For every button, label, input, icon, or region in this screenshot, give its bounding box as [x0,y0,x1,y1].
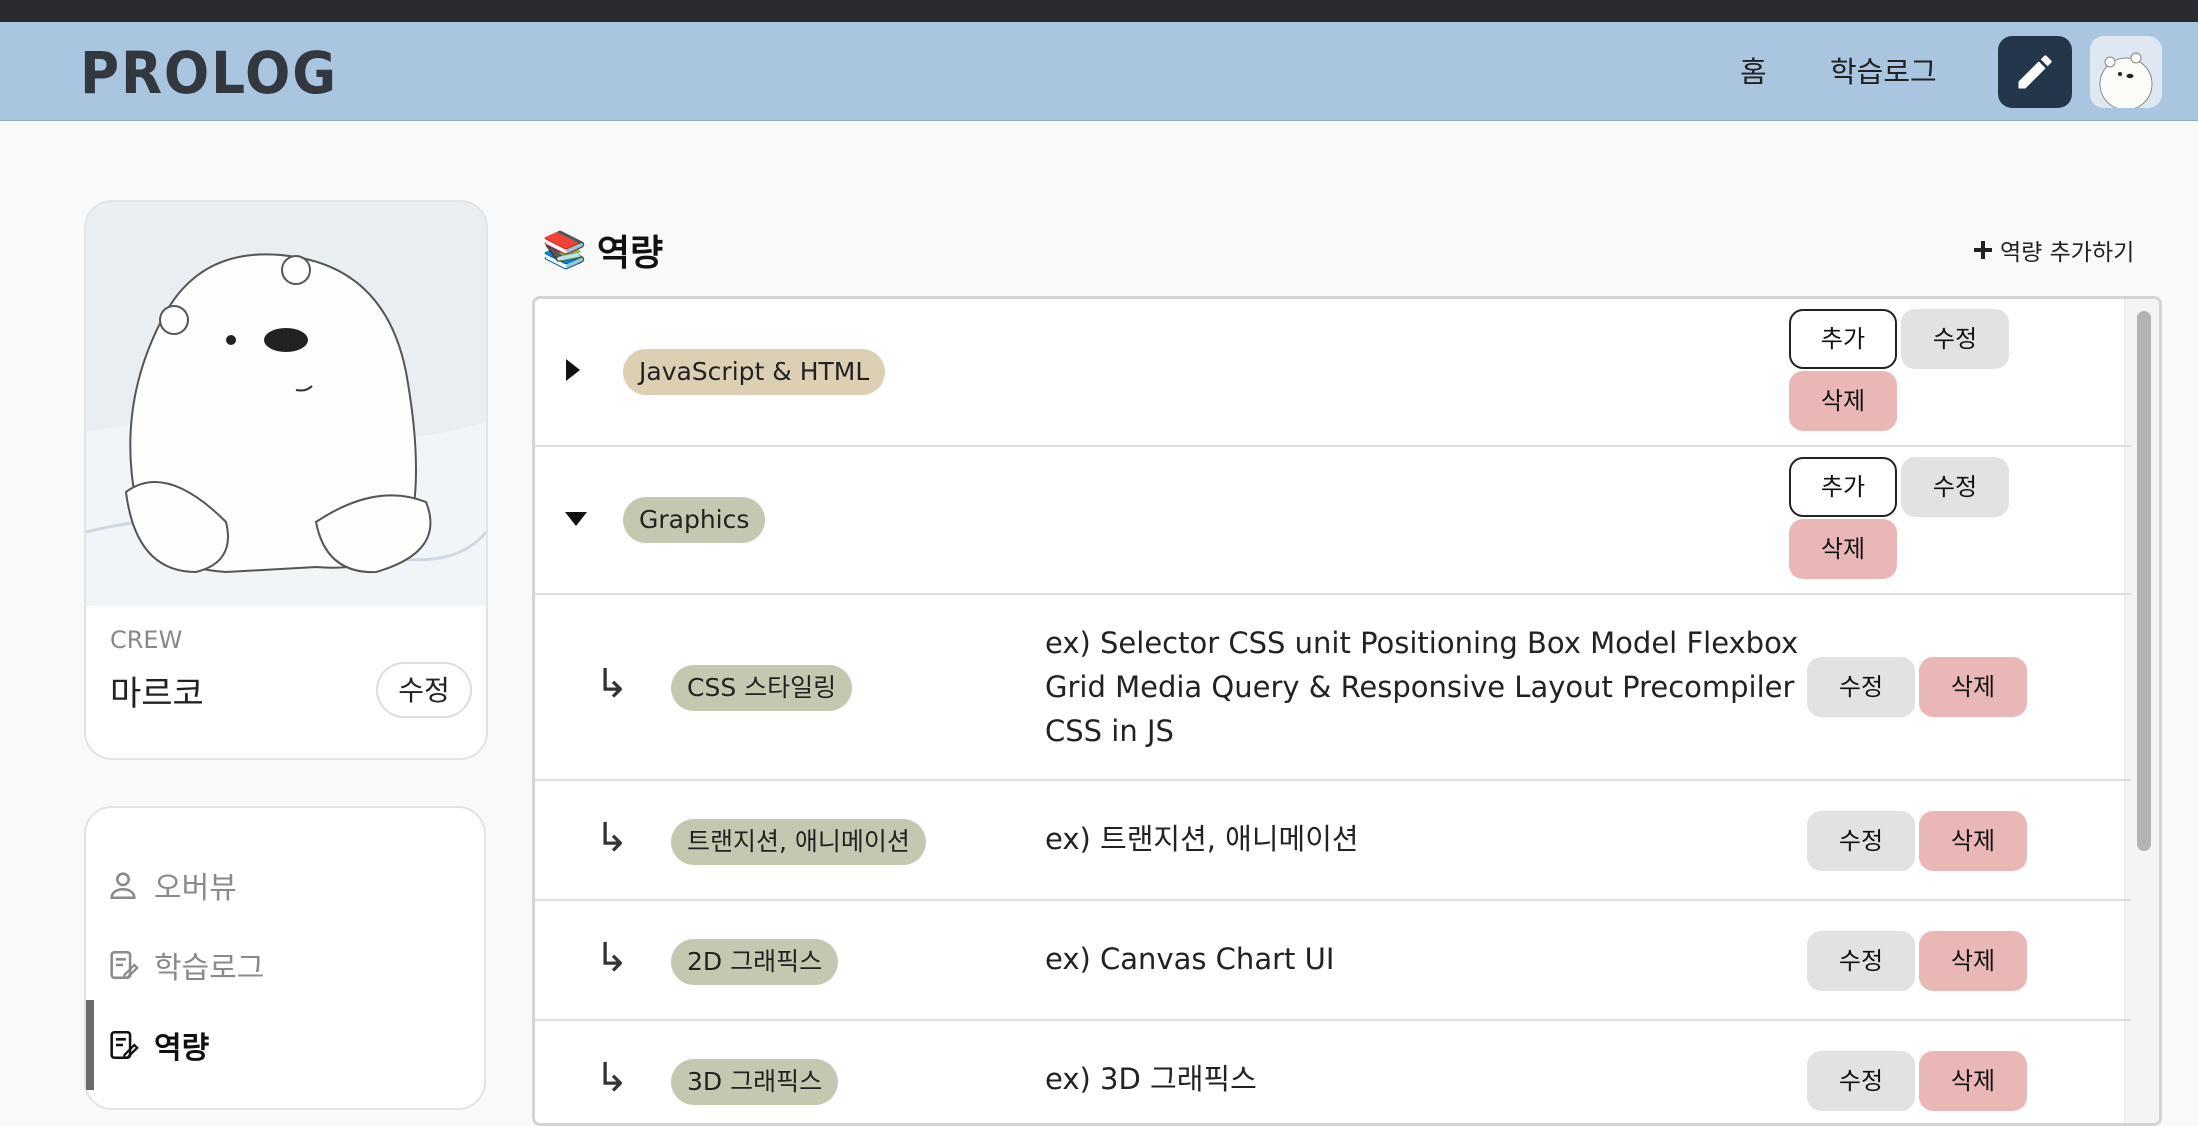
sub-ability-row: ↳ 3D 그래픽스 ex) 3D 그래픽스 수정 삭제 [535,1021,2131,1123]
sub-ability-description: ex) 3D 그래픽스 [1045,1062,1257,1096]
collapse-triangle-icon[interactable] [563,509,589,529]
scrollbar-thumb[interactable] [2137,311,2151,851]
profile-name: 마르코 [110,674,204,714]
polar-bear-illustration [86,202,486,606]
plus-icon [1974,241,1992,259]
sidebar-item-label: 오버뷰 [154,871,237,906]
user-icon [110,872,136,900]
sub-ability-row: ↳ CSS 스타일링 ex) Selector CSS unit Positio… [535,595,2131,781]
sub-ability-description: ex) Canvas Chart UI [1045,942,1335,976]
page-title: 📚 역량 [542,224,663,276]
delete-sub-ability-button[interactable]: 삭제 [1919,811,2027,871]
delete-sub-ability-button[interactable]: 삭제 [1919,657,2027,717]
ability-table: JavaScript & HTML 추가 수정 삭제 Graphics 추가 수… [532,296,2162,1126]
profile-image [86,202,486,606]
edit-profile-button[interactable]: 수정 [376,662,472,718]
ability-chip: Graphics [623,497,766,543]
profile-role: CREW [110,626,183,654]
sub-arrow-icon: ↳ [595,1055,629,1101]
sidebar-item-abilities[interactable]: 역량 [106,1020,209,1070]
sub-ability-description: ex) Selector CSS unit Positioning Box Mo… [1045,626,1799,748]
delete-sub-ability-button[interactable]: 삭제 [1919,1051,2027,1111]
sub-arrow-icon: ↳ [595,661,629,707]
add-sub-ability-button[interactable]: 추가 [1789,309,1897,369]
sub-ability-chip: CSS 스타일링 [671,665,853,711]
polar-bear-avatar [2090,36,2162,108]
sidebar-item-study-log[interactable]: 학습로그 [106,940,264,990]
sub-ability-description: ex) 트랜지션, 애니메이션 [1045,822,1359,856]
delete-ability-button[interactable]: 삭제 [1789,371,1897,431]
expand-triangle-icon[interactable] [563,357,583,383]
profile-card: CREW 마르코 수정 [84,200,488,760]
edit-sub-ability-button[interactable]: 수정 [1807,811,1915,871]
ability-row: JavaScript & HTML 추가 수정 삭제 [535,299,2131,447]
profile-avatar-button[interactable] [2090,36,2162,108]
page-title-text: 역량 [596,233,664,274]
nav-study-log-link[interactable]: 학습로그 [1830,52,1937,92]
sub-arrow-icon: ↳ [595,815,629,861]
edit-sub-ability-button[interactable]: 수정 [1807,931,1915,991]
sub-ability-chip: 3D 그래픽스 [671,1059,839,1105]
sub-ability-row: ↳ 2D 그래픽스 ex) Canvas Chart UI 수정 삭제 [535,901,2131,1021]
nav-home-link[interactable]: 홈 [1740,52,1767,92]
ability-chip: JavaScript & HTML [623,349,886,395]
logo[interactable]: PROLOG [80,42,338,104]
browser-top-strip [0,0,2198,22]
ability-row: Graphics 추가 수정 삭제 [535,447,2131,595]
note-edit-icon [110,1030,139,1060]
sidebar-item-label: 역량 [154,1031,210,1066]
sub-arrow-icon: ↳ [595,935,629,981]
site-header: PROLOG 홈 학습로그 [0,22,2198,121]
sub-ability-chip: 2D 그래픽스 [671,939,839,985]
edit-sub-ability-button[interactable]: 수정 [1807,657,1915,717]
sub-ability-chip: 트랜지션, 애니메이션 [671,819,926,865]
sidebar-item-label: 학습로그 [154,951,265,986]
sidebar-menu: 오버뷰 학습로그 역량 [84,806,486,1110]
pencil-icon [2018,55,2052,89]
add-ability-button[interactable]: 역량 추가하기 [1972,232,2134,268]
write-post-button[interactable] [1998,36,2072,108]
edit-sub-ability-button[interactable]: 수정 [1807,1051,1915,1111]
note-edit-icon [110,950,139,980]
edit-ability-button[interactable]: 수정 [1901,309,2009,369]
delete-ability-button[interactable]: 삭제 [1789,519,1897,579]
delete-sub-ability-button[interactable]: 삭제 [1919,931,2027,991]
sub-ability-row: ↳ 트랜지션, 애니메이션 ex) 트랜지션, 애니메이션 수정 삭제 [535,781,2131,901]
books-icon: 📚 [542,230,587,271]
edit-ability-button[interactable]: 수정 [1901,457,2009,517]
add-sub-ability-button[interactable]: 추가 [1789,457,1897,517]
sidebar-item-overview[interactable]: 오버뷰 [106,860,237,910]
active-indicator [86,1000,94,1090]
add-ability-label: 역량 추가하기 [2000,240,2135,266]
